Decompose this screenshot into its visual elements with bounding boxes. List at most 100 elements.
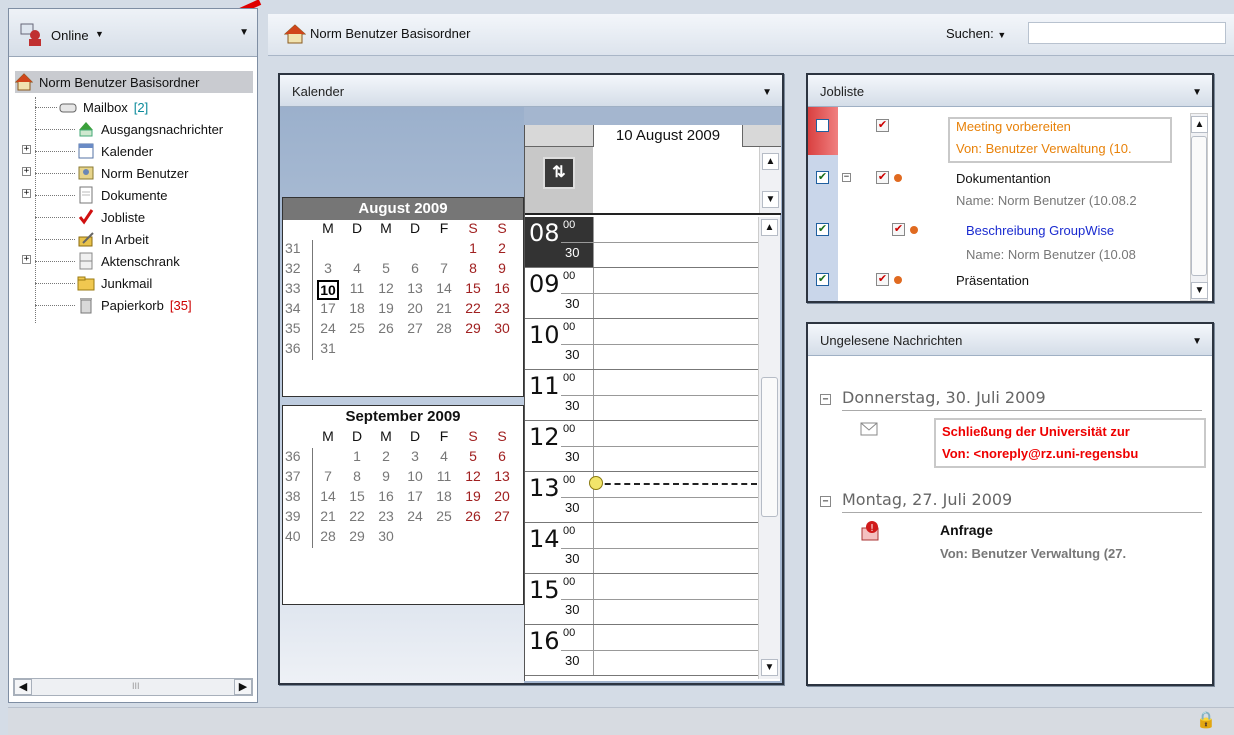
scroll-down-icon[interactable]: ▼ xyxy=(762,191,779,208)
day-cell[interactable]: 28 xyxy=(317,528,339,544)
day-cell[interactable]: 19 xyxy=(462,488,484,504)
hour-row[interactable]: 11 00 30 xyxy=(525,370,759,421)
day-cell[interactable]: 5 xyxy=(462,448,484,464)
day-cell[interactable]: 22 xyxy=(462,300,484,316)
day-cell[interactable]: 25 xyxy=(433,508,455,524)
day-cell[interactable]: 3 xyxy=(404,448,426,464)
day-cell[interactable]: 19 xyxy=(375,300,397,316)
tree-item-home[interactable]: Norm Benutzer Basisordner xyxy=(15,71,253,93)
day-cell[interactable]: 21 xyxy=(317,508,339,524)
tree-item-calendar[interactable]: Kalender xyxy=(77,140,153,162)
day-cell[interactable]: 30 xyxy=(491,320,513,336)
scroll-right-icon[interactable]: ▶ xyxy=(234,679,252,695)
day-cell[interactable]: 8 xyxy=(346,468,368,484)
day-cell[interactable]: 3 xyxy=(317,260,339,276)
home-icon[interactable] xyxy=(284,24,306,44)
tree-item-junkmail[interactable]: Junkmail xyxy=(77,272,152,294)
day-cell[interactable]: 29 xyxy=(462,320,484,336)
day-cell[interactable]: 15 xyxy=(462,280,484,296)
expand-toggle[interactable]: + xyxy=(22,189,31,198)
task-checkbox-icon[interactable]: ✔ xyxy=(876,273,889,286)
scroll-thumb[interactable] xyxy=(761,377,778,517)
scroll-up-icon[interactable]: ▲ xyxy=(761,219,778,236)
all-day-scrollbar[interactable]: ▲ ▼ xyxy=(759,147,781,213)
collapse-toggle[interactable]: − xyxy=(842,173,851,182)
day-cell[interactable]: 2 xyxy=(375,448,397,464)
day-cell[interactable]: 28 xyxy=(433,320,455,336)
tree-item-mailbox[interactable]: Mailbox [2] xyxy=(59,96,148,118)
task-done-checkbox[interactable]: ✔ xyxy=(816,171,829,184)
day-cell[interactable]: 7 xyxy=(317,468,339,484)
tree-item-outbox[interactable]: Ausgangsnachrichter xyxy=(77,118,223,140)
day-cell[interactable]: 21 xyxy=(433,300,455,316)
day-cell[interactable]: 13 xyxy=(404,280,426,296)
search-dropdown[interactable]: Suchen: ▼ xyxy=(946,26,1006,41)
message-subject[interactable]: Anfrage xyxy=(940,522,993,538)
hour-row[interactable]: 13 00 30 xyxy=(525,472,759,523)
day-cell[interactable]: 4 xyxy=(433,448,455,464)
task-title[interactable]: Meeting vorbereiten xyxy=(956,119,1071,134)
day-cell[interactable]: 24 xyxy=(404,508,426,524)
day-cell[interactable]: 27 xyxy=(491,508,513,524)
tree-item-norm-benutzer[interactable]: Norm Benutzer xyxy=(77,162,188,184)
day-cell[interactable]: 14 xyxy=(317,488,339,504)
day-vertical-scrollbar[interactable]: ▲ ▼ xyxy=(758,217,780,679)
scroll-up-icon[interactable]: ▲ xyxy=(1191,116,1208,133)
day-cell[interactable]: 17 xyxy=(404,488,426,504)
day-cell[interactable]: 2 xyxy=(491,240,513,256)
day-cell[interactable]: 9 xyxy=(491,260,513,276)
expand-toggle[interactable]: + xyxy=(22,167,31,176)
scroll-thumb[interactable] xyxy=(1191,136,1207,276)
day-cell[interactable]: 1 xyxy=(462,240,484,256)
task-checkbox-icon[interactable]: ✔ xyxy=(876,171,889,184)
month-title[interactable]: September 2009 xyxy=(283,406,523,428)
day-cell[interactable]: 10 xyxy=(317,280,339,300)
panel-menu-chevron-icon[interactable]: ▼ xyxy=(1192,87,1202,98)
scroll-down-icon[interactable]: ▼ xyxy=(761,659,778,676)
day-cell[interactable]: 20 xyxy=(404,300,426,316)
day-cell[interactable]: 5 xyxy=(375,260,397,276)
scroll-down-icon[interactable]: ▼ xyxy=(1191,282,1208,299)
day-cell[interactable]: 10 xyxy=(404,468,426,484)
task-done-checkbox[interactable] xyxy=(816,119,829,132)
day-cell[interactable]: 18 xyxy=(433,488,455,504)
day-cell[interactable]: 11 xyxy=(433,468,455,484)
hour-row[interactable]: 16 00 30 xyxy=(525,625,759,676)
day-cell[interactable]: 12 xyxy=(462,468,484,484)
search-input[interactable] xyxy=(1028,22,1226,44)
day-cell[interactable]: 6 xyxy=(404,260,426,276)
day-cell[interactable]: 26 xyxy=(375,320,397,336)
panel-menu-chevron-icon[interactable]: ▼ xyxy=(1192,336,1202,347)
day-cell[interactable]: 11 xyxy=(346,280,368,296)
day-cell[interactable]: 22 xyxy=(346,508,368,524)
user-online-icon[interactable] xyxy=(19,21,45,47)
day-cell[interactable]: 20 xyxy=(491,488,513,504)
day-cell[interactable]: 18 xyxy=(346,300,368,316)
jobliste-scrollbar[interactable]: ▲ ▼ xyxy=(1190,113,1208,301)
day-cell[interactable]: 15 xyxy=(346,488,368,504)
day-cell[interactable]: 14 xyxy=(433,280,455,296)
task-title[interactable]: Beschreibung GroupWise xyxy=(966,223,1114,238)
hour-row[interactable]: 09 00 30 xyxy=(525,268,759,319)
task-title[interactable]: Dokumentantion xyxy=(956,171,1051,186)
day-cell[interactable]: 23 xyxy=(491,300,513,316)
day-cell[interactable]: 13 xyxy=(491,468,513,484)
day-cell[interactable]: 17 xyxy=(317,300,339,316)
message-item[interactable]: Schließung der Universität zur Von: <nor… xyxy=(934,418,1206,468)
hour-row[interactable]: 15 00 30 xyxy=(525,574,759,625)
month-title[interactable]: August 2009 xyxy=(283,198,523,220)
tree-item-papierkorb[interactable]: Papierkorb [35] xyxy=(77,294,192,316)
day-cell[interactable]: 8 xyxy=(462,260,484,276)
online-status-label[interactable]: Online xyxy=(51,28,89,43)
tree-item-aktenschrank[interactable]: Aktenschrank xyxy=(77,250,180,272)
scroll-up-icon[interactable]: ▲ xyxy=(762,153,779,170)
day-cell[interactable]: 6 xyxy=(491,448,513,464)
collapse-toggle[interactable]: − xyxy=(820,394,831,405)
day-cell[interactable]: 25 xyxy=(346,320,368,336)
day-cell[interactable]: 24 xyxy=(317,320,339,336)
day-cell[interactable]: 27 xyxy=(404,320,426,336)
tree-item-documents[interactable]: Dokumente xyxy=(77,184,167,206)
expand-toggle[interactable]: + xyxy=(22,145,31,154)
expand-toggle[interactable]: + xyxy=(22,255,31,264)
collapse-toggle[interactable]: − xyxy=(820,496,831,507)
